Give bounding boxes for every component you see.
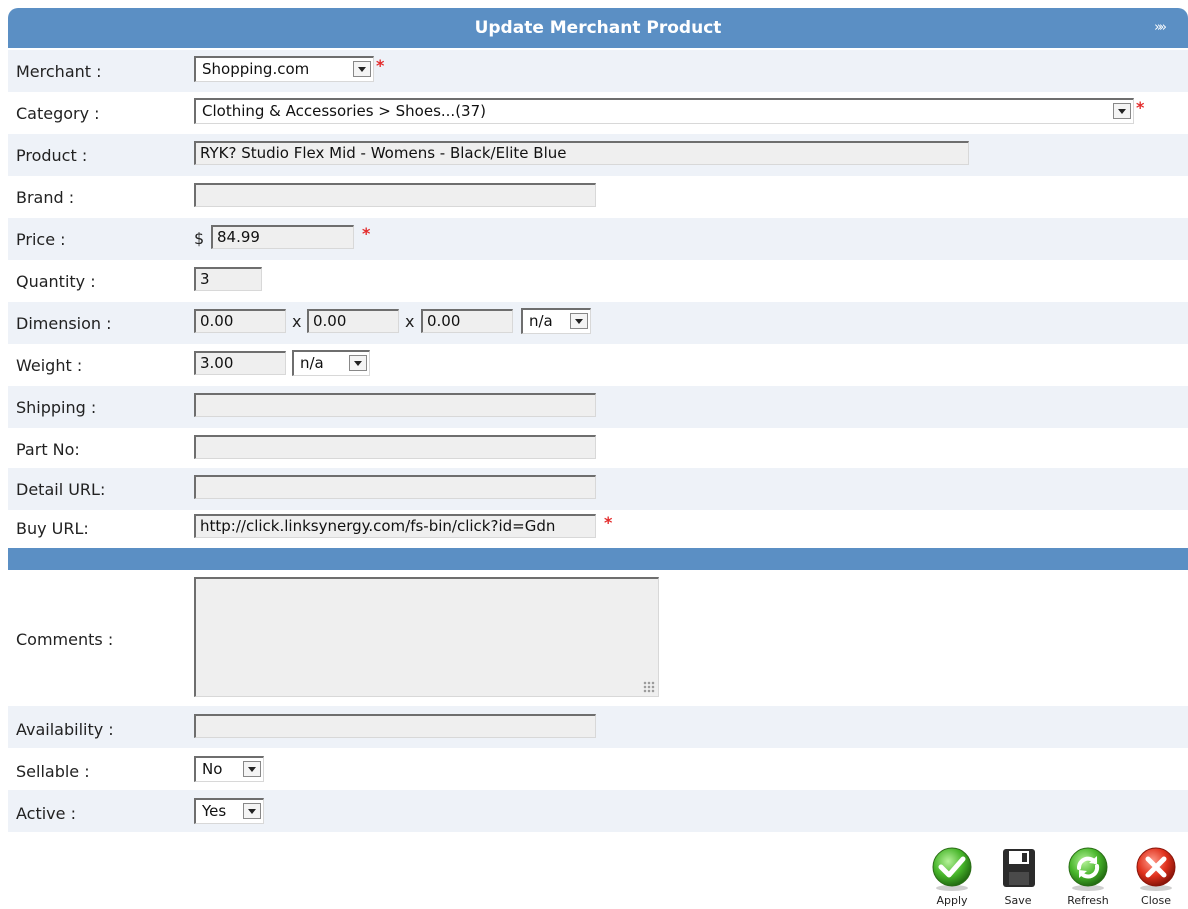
brand-input[interactable]	[194, 183, 596, 207]
dimension-length-input[interactable]: 0.00	[194, 309, 286, 333]
weight-unit-value: n/a	[300, 354, 324, 372]
part-no-label: Part No:	[16, 440, 80, 459]
availability-row: Availability :	[8, 706, 1188, 748]
weight-label: Weight :	[16, 356, 83, 375]
price-input[interactable]: 84.99	[211, 225, 354, 249]
dimension-width-input[interactable]: 0.00	[307, 309, 399, 333]
dimension-row: Dimension : 0.00 x 0.00 x 0.00 n/a	[8, 302, 1188, 344]
weight-unit-select[interactable]: n/a	[292, 350, 370, 376]
merchant-value: Shopping.com	[202, 60, 310, 78]
apply-button[interactable]: Apply	[925, 846, 979, 908]
buy-url-required-mark: *	[604, 513, 613, 532]
dimension-height-input[interactable]: 0.00	[421, 309, 513, 333]
detail-url-label: Detail URL:	[16, 480, 106, 499]
product-label: Product :	[16, 146, 88, 165]
dimension-label: Dimension :	[16, 314, 112, 333]
detail-url-row: Detail URL:	[8, 468, 1188, 510]
sellable-value: No	[202, 760, 223, 778]
weight-row: Weight : 3.00 n/a	[8, 344, 1188, 386]
dimension-separator-1: x	[292, 312, 302, 331]
section-divider	[8, 548, 1188, 570]
shipping-row: Shipping :	[8, 386, 1188, 428]
part-no-input[interactable]	[194, 435, 596, 459]
dimension-unit-value: n/a	[529, 312, 553, 330]
weight-unit-dropdown-icon[interactable]	[349, 355, 367, 371]
active-dropdown-icon[interactable]	[243, 803, 261, 819]
price-row: Price : $ 84.99 *	[8, 218, 1188, 260]
category-select[interactable]: Clothing & Accessories > Shoes...(37)	[194, 98, 1134, 124]
product-input[interactable]: RYK? Studio Flex Mid - Womens - Black/El…	[194, 141, 969, 165]
category-required-mark: *	[1136, 98, 1145, 117]
price-label: Price :	[16, 230, 66, 249]
category-label: Category :	[16, 104, 100, 123]
apply-caption: Apply	[936, 894, 968, 907]
sellable-label: Sellable :	[16, 762, 90, 781]
comments-label: Comments :	[16, 630, 114, 649]
dimension-unit-dropdown-icon[interactable]	[570, 313, 588, 329]
product-row: Product : RYK? Studio Flex Mid - Womens …	[8, 134, 1188, 176]
save-caption: Save	[1004, 894, 1032, 907]
checkmark-icon	[932, 847, 972, 891]
merchant-row: Merchant : Shopping.com *	[8, 50, 1188, 92]
floppy-disk-icon	[1003, 849, 1035, 887]
active-label: Active :	[16, 804, 76, 823]
buy-url-input[interactable]: http://click.linksynergy.com/fs-bin/clic…	[194, 514, 596, 538]
availability-label: Availability :	[16, 720, 114, 739]
form-header: Update Merchant Product »»	[8, 8, 1188, 48]
active-value: Yes	[202, 802, 227, 820]
active-select[interactable]: Yes	[194, 798, 264, 824]
merchant-select[interactable]: Shopping.com	[194, 56, 374, 82]
close-button[interactable]: Close	[1129, 846, 1183, 908]
quantity-input[interactable]: 3	[194, 267, 262, 291]
sellable-row: Sellable : No	[8, 748, 1188, 790]
sellable-select[interactable]: No	[194, 756, 264, 782]
quantity-row: Quantity : 3	[8, 260, 1188, 302]
comments-textarea[interactable]	[194, 577, 659, 697]
brand-row: Brand :	[8, 176, 1188, 218]
refresh-caption: Refresh	[1067, 894, 1109, 907]
refresh-icon	[1068, 847, 1108, 891]
active-row: Active : Yes	[8, 790, 1188, 832]
category-value: Clothing & Accessories > Shoes...(37)	[202, 102, 486, 120]
shipping-label: Shipping :	[16, 398, 97, 417]
category-dropdown-icon[interactable]	[1113, 103, 1131, 119]
dimension-separator-2: x	[405, 312, 415, 331]
price-currency: $	[194, 229, 205, 248]
form-title: Update Merchant Product	[474, 18, 722, 38]
close-caption: Close	[1141, 894, 1171, 907]
merchant-dropdown-icon[interactable]	[353, 61, 371, 77]
detail-url-input[interactable]	[194, 475, 596, 499]
collapse-chevrons-icon[interactable]: »»	[1154, 8, 1167, 48]
close-icon	[1136, 847, 1176, 891]
sellable-dropdown-icon[interactable]	[243, 761, 261, 777]
merchant-label: Merchant :	[16, 62, 102, 81]
save-button[interactable]: Save	[991, 846, 1045, 908]
quantity-label: Quantity :	[16, 272, 96, 291]
dimension-unit-select[interactable]: n/a	[521, 308, 591, 334]
part-no-row: Part No:	[8, 428, 1188, 470]
buy-url-label: Buy URL:	[16, 519, 89, 538]
resize-grip-icon[interactable]	[643, 681, 655, 693]
shipping-input[interactable]	[194, 393, 596, 417]
price-required-mark: *	[362, 224, 371, 243]
buy-url-row: Buy URL: http://click.linksynergy.com/fs…	[8, 508, 1188, 548]
category-row: Category : Clothing & Accessories > Shoe…	[8, 92, 1188, 134]
merchant-required-mark: *	[376, 56, 385, 75]
brand-label: Brand :	[16, 188, 75, 207]
weight-input[interactable]: 3.00	[194, 351, 286, 375]
refresh-button[interactable]: Refresh	[1061, 846, 1115, 908]
availability-input[interactable]	[194, 714, 596, 738]
